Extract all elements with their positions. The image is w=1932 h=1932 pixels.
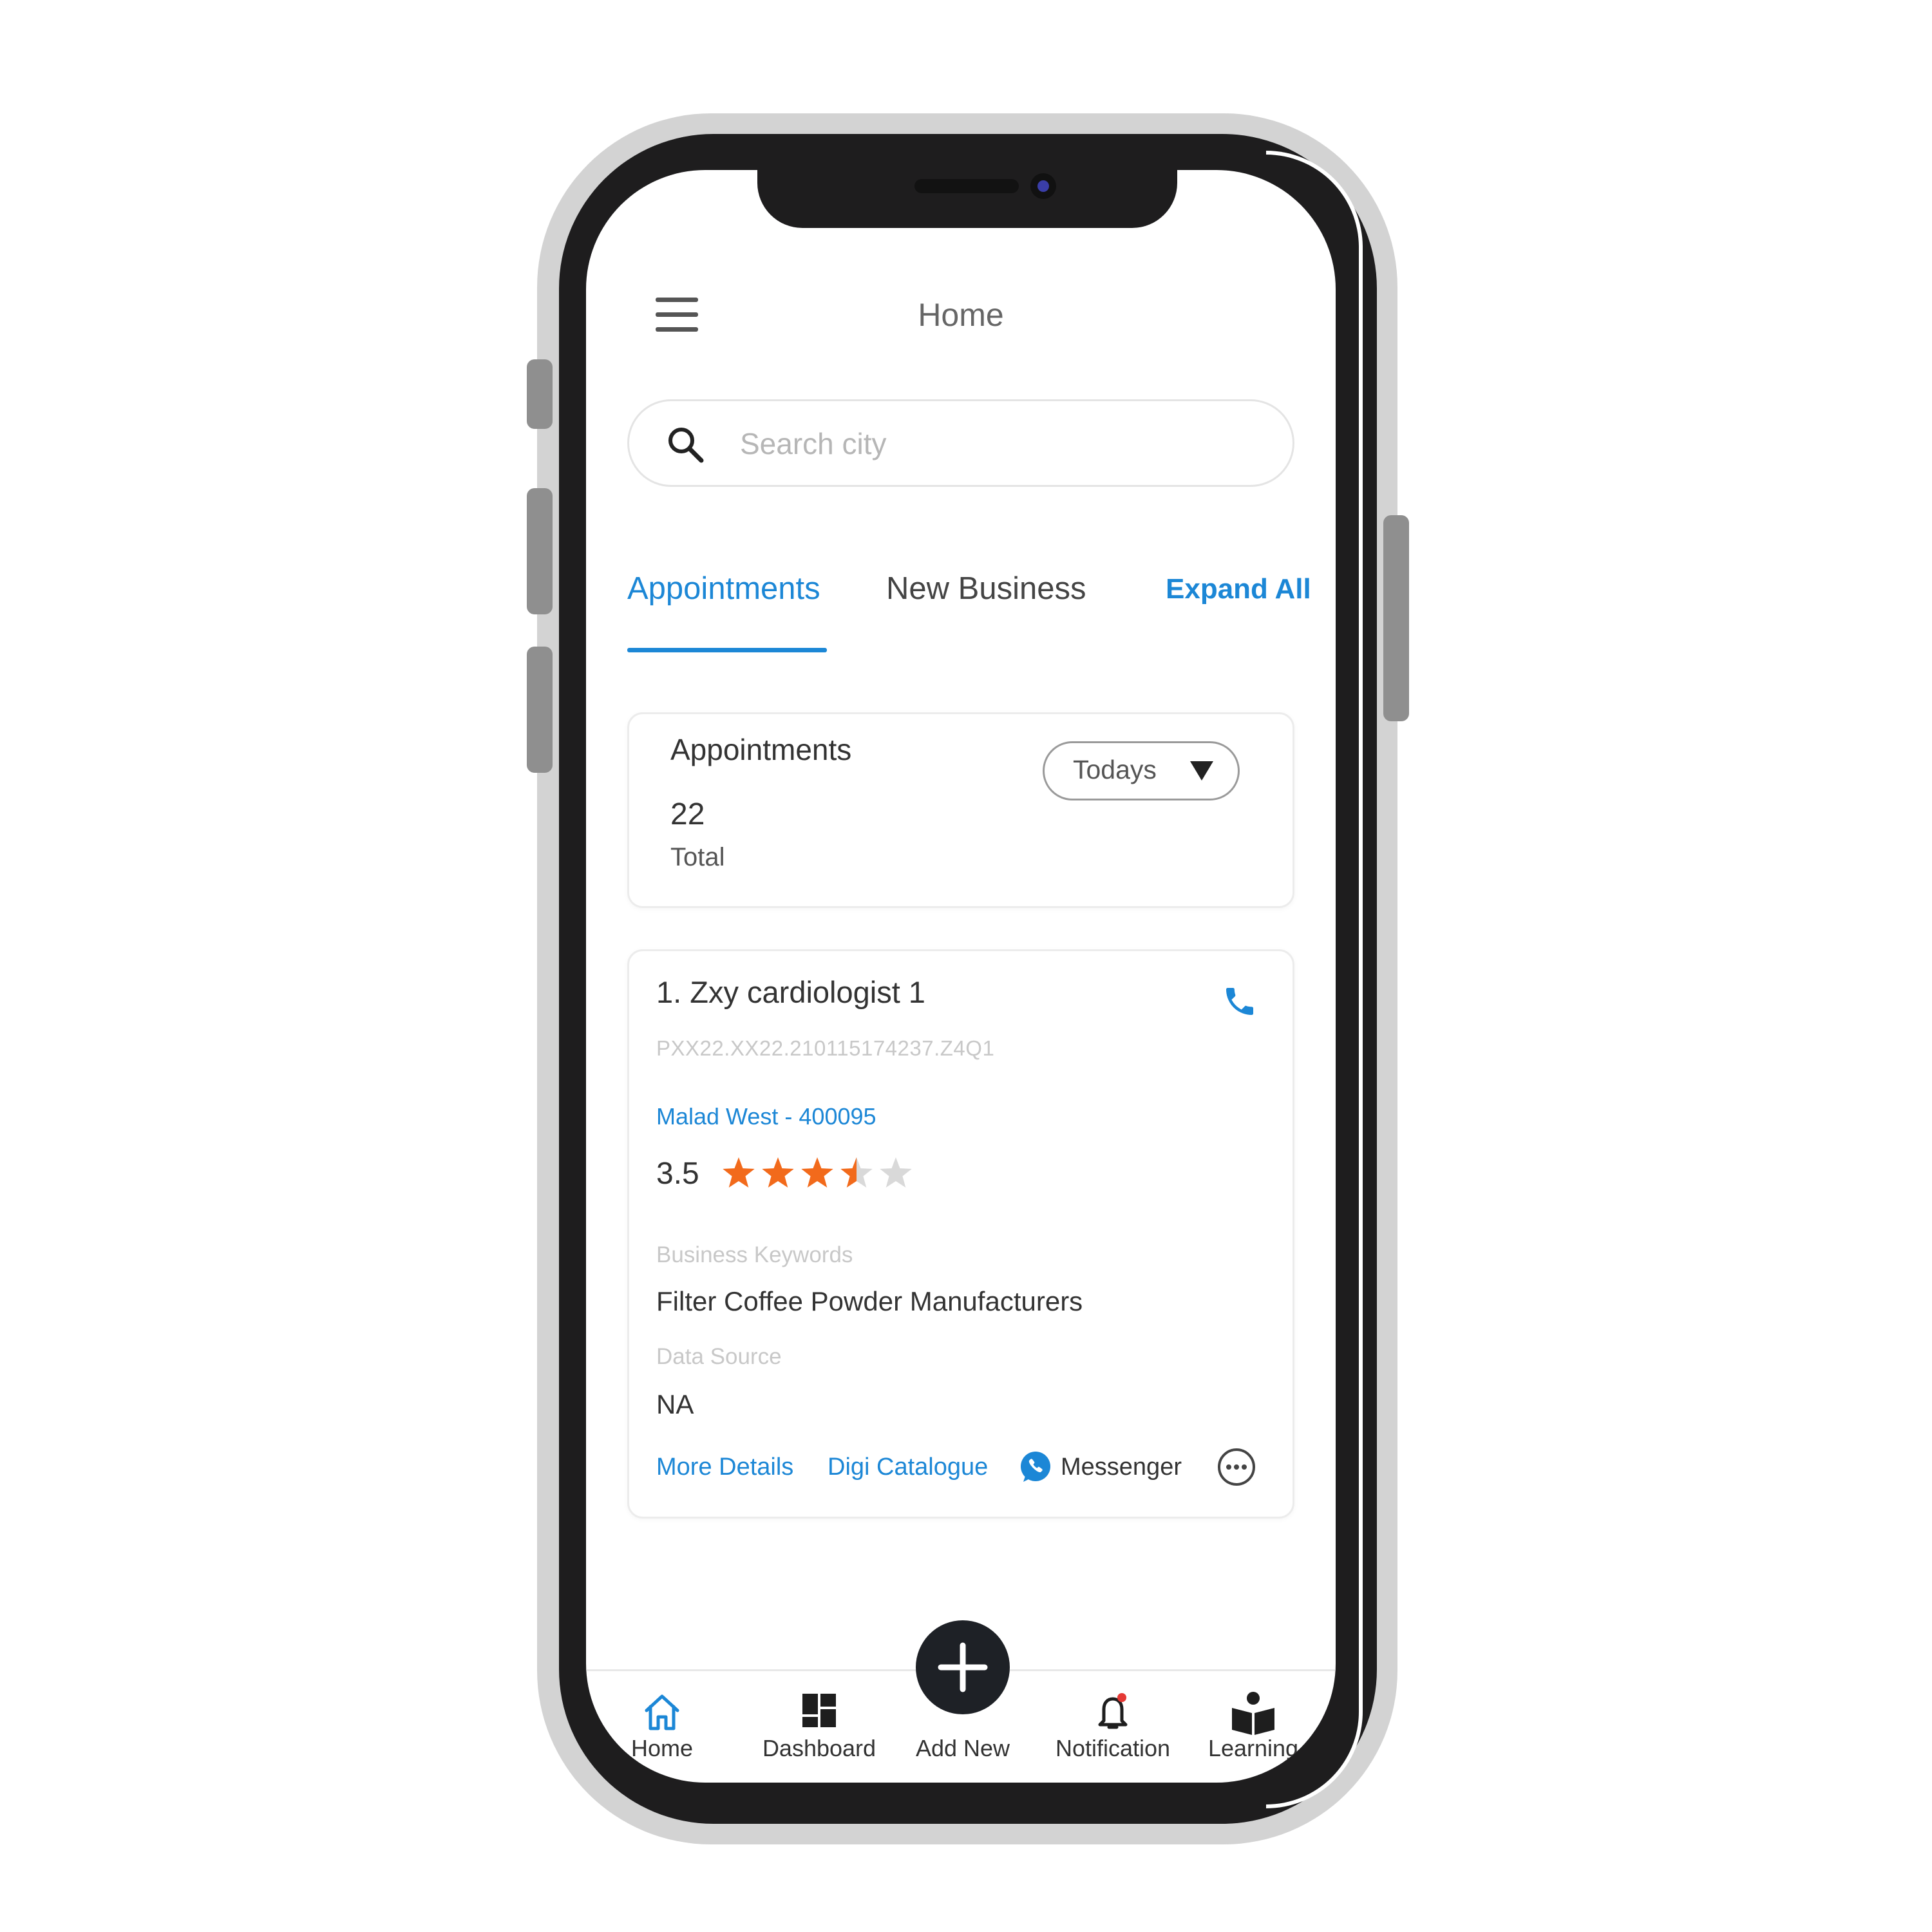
- search-icon: [668, 428, 704, 463]
- summary-heading: Appointments: [670, 733, 852, 766]
- star-icon: [880, 1157, 912, 1188]
- more-details-link[interactable]: More Details: [656, 1454, 793, 1481]
- active-tab-indicator: [627, 648, 827, 652]
- nav-add-new-label: Add New: [915, 1735, 1010, 1761]
- phone-speaker: [914, 179, 1019, 193]
- phone-side-button: [527, 359, 553, 429]
- phone-volume-up-button: [527, 488, 553, 614]
- rating-value: 3.5: [656, 1157, 699, 1191]
- search-bar[interactable]: [627, 399, 1294, 487]
- data-source-value: NA: [656, 1389, 694, 1419]
- nav-dashboard-label: Dashboard: [762, 1735, 876, 1761]
- nav-notification-label: Notification: [1055, 1735, 1171, 1761]
- business-name: 1. Zxy cardiologist 1: [656, 975, 925, 1009]
- appointments-count-label: Total: [670, 843, 725, 871]
- app-screen: Home Appointments New Business Expand Al…: [586, 170, 1336, 1783]
- phone-icon[interactable]: [1222, 983, 1258, 1019]
- chevron-down-icon: [1190, 761, 1213, 781]
- star-icon: [840, 1157, 873, 1188]
- keywords-value: Filter Coffee Powder Manufacturers: [656, 1286, 1083, 1316]
- appointments-count: 22: [670, 797, 705, 831]
- data-source-label: Data Source: [656, 1344, 782, 1369]
- page-title: Home: [918, 297, 1004, 333]
- business-location[interactable]: Malad West - 400095: [656, 1103, 876, 1130]
- home-icon: [645, 1694, 679, 1730]
- nav-add-new[interactable]: Add New: [898, 1691, 1027, 1781]
- star-icon: [801, 1157, 833, 1188]
- tab-appointments[interactable]: Appointments: [627, 571, 820, 607]
- phone-volume-down-button: [527, 647, 553, 773]
- nav-home-label: Home: [630, 1735, 694, 1761]
- keywords-label: Business Keywords: [656, 1242, 853, 1267]
- phone-power-button: [1383, 515, 1409, 721]
- nav-home[interactable]: Home: [598, 1691, 726, 1781]
- business-code: PXX22.XX22.210115174237.Z4Q1: [656, 1036, 995, 1060]
- appointments-summary-card: Appointments 22 Total Todays: [627, 712, 1294, 908]
- appointment-card: 1. Zxy cardiologist 1 PXX22.XX22.2101151…: [627, 949, 1294, 1519]
- search-input[interactable]: [739, 421, 1269, 467]
- rating-stars: [721, 1155, 920, 1193]
- bell-icon: [1098, 1693, 1128, 1729]
- more-options-icon[interactable]: [1217, 1447, 1256, 1487]
- digi-catalogue-link[interactable]: Digi Catalogue: [828, 1454, 988, 1481]
- date-filter-dropdown[interactable]: Todays: [1043, 741, 1240, 800]
- nav-notification[interactable]: Notification: [1048, 1691, 1177, 1781]
- dashboard-icon: [802, 1694, 836, 1727]
- messenger-label: Messenger: [1061, 1454, 1182, 1481]
- whatsapp-icon: [1021, 1452, 1050, 1482]
- phone-edge-highlight: [1266, 151, 1363, 1808]
- tab-new-business[interactable]: New Business: [886, 571, 1086, 607]
- star-icon: [723, 1157, 755, 1188]
- star-icon: [762, 1157, 794, 1188]
- date-filter-value: Todays: [1073, 755, 1157, 784]
- front-camera: [1030, 173, 1056, 199]
- nav-dashboard[interactable]: Dashboard: [755, 1691, 884, 1781]
- plus-icon: [938, 1642, 988, 1692]
